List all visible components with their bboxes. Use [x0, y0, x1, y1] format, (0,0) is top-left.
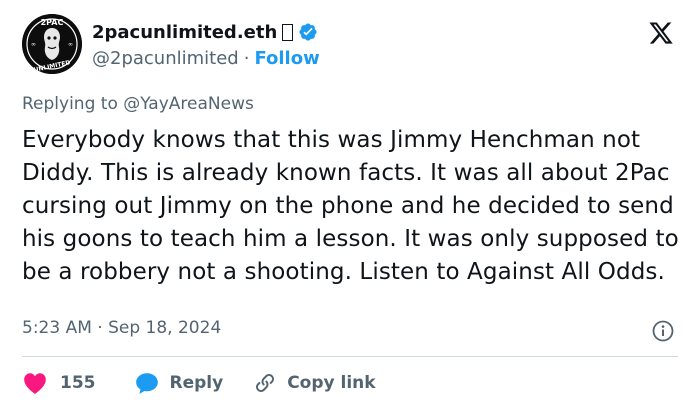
- missing-glyph-icon: [282, 23, 294, 41]
- x-logo-icon[interactable]: [648, 20, 674, 46]
- timestamp-separator: ·: [97, 318, 103, 338]
- reply-context: Replying to @YayAreaNews: [22, 94, 254, 114]
- author-handle[interactable]: @2pacunlimited: [92, 48, 239, 69]
- copy-link-label: Copy link: [287, 373, 376, 393]
- reply-mention-link[interactable]: @YayAreaNews: [123, 94, 254, 114]
- reply-prefix: Replying to: [22, 94, 118, 114]
- tweet-time: 5:23 AM: [22, 318, 92, 338]
- link-icon: [253, 371, 277, 395]
- avatar[interactable]: 2PAC UNLIMITED ∞ ∞: [22, 14, 82, 74]
- reply-label: Reply: [169, 373, 224, 393]
- tweet-actions: 155 Reply Copy link: [22, 370, 376, 396]
- heart-icon: [22, 371, 48, 395]
- verified-badge-icon: [298, 22, 318, 42]
- avatar-text-top: 2PAC: [41, 18, 64, 27]
- svg-text:∞: ∞: [31, 41, 36, 48]
- tweet-timestamp[interactable]: 5:23 AM · Sep 18, 2024: [22, 318, 221, 338]
- info-icon[interactable]: [651, 319, 675, 343]
- like-button[interactable]: 155: [22, 371, 96, 395]
- follow-button[interactable]: Follow: [254, 48, 319, 69]
- tweet-header: 2PAC UNLIMITED ∞ ∞ 2pacunlimited.eth @2p…: [22, 14, 682, 76]
- copy-link-button[interactable]: Copy link: [253, 371, 376, 395]
- reply-button[interactable]: Reply: [134, 371, 224, 395]
- avatar-image: 2PAC UNLIMITED ∞ ∞: [22, 14, 82, 74]
- display-name[interactable]: 2pacunlimited.eth: [92, 22, 277, 43]
- svg-text:∞: ∞: [68, 41, 73, 48]
- handle-separator: ·: [243, 48, 250, 69]
- divider: [22, 356, 678, 357]
- tweet-text: Everybody knows that this was Jimmy Henc…: [22, 127, 679, 285]
- author-names: 2pacunlimited.eth @2pacunlimited · Follo…: [92, 20, 320, 70]
- tweet-date: Sep 18, 2024: [108, 318, 222, 338]
- speech-bubble-icon: [134, 371, 160, 395]
- like-count: 155: [60, 373, 96, 393]
